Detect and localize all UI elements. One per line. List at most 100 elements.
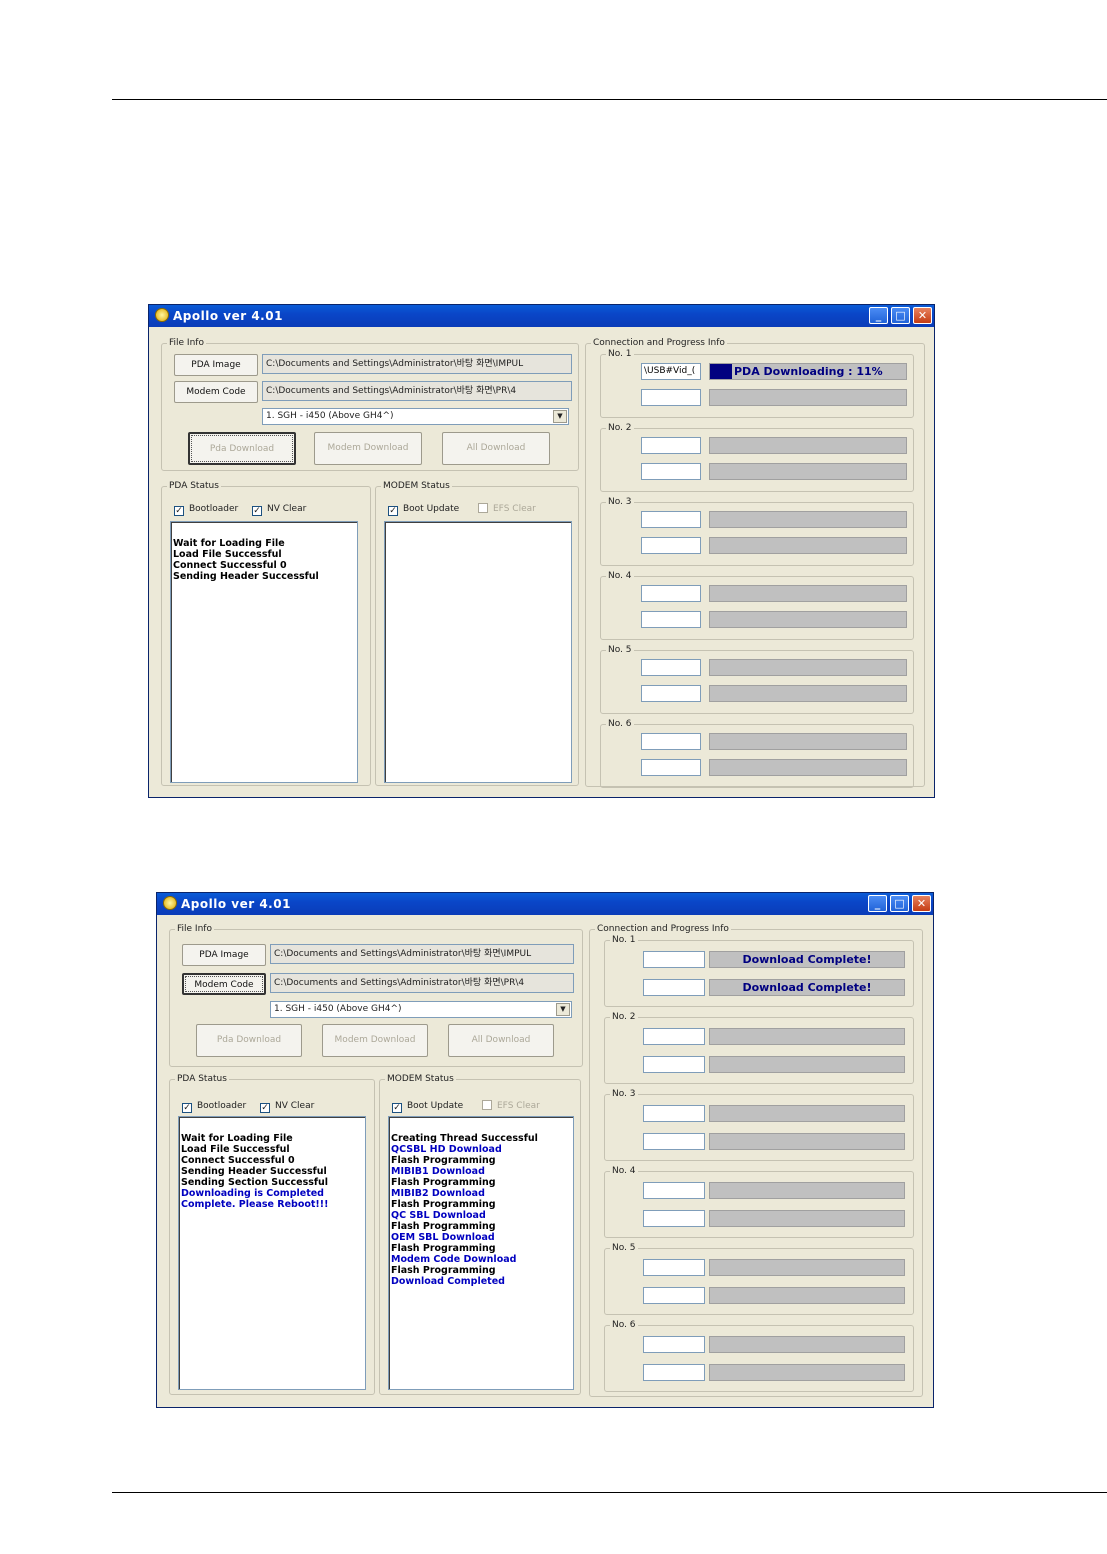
port-field[interactable] xyxy=(641,511,701,528)
port-field[interactable] xyxy=(643,1210,705,1227)
bootloader-checkbox[interactable]: ✓ Bootloader xyxy=(182,1100,246,1113)
apollo-window-completed: Apollo ver 4.01 _ □ ✕ File Info PDA Imag… xyxy=(156,892,934,1408)
slot-group: No. 3 xyxy=(600,495,914,566)
port-field[interactable] xyxy=(641,585,701,602)
pda-log[interactable]: Wait for Loading File Load File Successfu… xyxy=(170,521,358,783)
modem-path-field[interactable]: C:\Documents and Settings\Administrator\… xyxy=(270,973,574,993)
pda-status-label: PDA Status xyxy=(167,479,221,493)
progress-bar xyxy=(709,685,907,702)
port-field[interactable] xyxy=(643,1336,705,1353)
slot-group: No. 5 xyxy=(600,643,914,714)
close-button[interactable]: ✕ xyxy=(913,307,932,324)
boot-update-checkbox[interactable]: ✓ Boot Update xyxy=(392,1100,463,1113)
progress-text: PDA Downloading : 11% xyxy=(734,365,883,378)
pda-image-button[interactable]: PDA Image xyxy=(174,354,258,376)
log-line: Sending Section Successful xyxy=(181,1177,329,1188)
model-select[interactable]: 1. SGH - i450 (Above GH4^) ▼ xyxy=(270,1001,572,1018)
slot-group: No. 1 Download Complete! Download Complete… xyxy=(604,933,914,1007)
port-field[interactable] xyxy=(643,1287,705,1304)
modem-code-button[interactable]: Modem Code xyxy=(174,381,258,403)
pda-download-button[interactable]: Pda Download xyxy=(196,1024,302,1057)
port-field[interactable] xyxy=(643,979,705,996)
boot-update-checkbox[interactable]: ✓ Boot Update xyxy=(388,503,459,516)
efs-clear-checkbox[interactable]: EFS Clear xyxy=(482,1100,540,1112)
progress-bar xyxy=(709,611,907,628)
port-field[interactable] xyxy=(641,537,701,554)
log-line: MIBIB2 Download xyxy=(391,1188,485,1199)
log-line: Connect Successful 0 xyxy=(181,1155,295,1166)
progress-bar xyxy=(709,389,907,406)
checkbox-unchecked-icon xyxy=(482,1100,492,1110)
nv-clear-checkbox[interactable]: ✓ NV Clear xyxy=(252,503,306,516)
log-line: Flash Programming xyxy=(391,1155,496,1166)
slot-group: No. 3 xyxy=(604,1087,914,1161)
modem-code-button[interactable]: Modem Code xyxy=(182,973,266,995)
title-bar[interactable]: Apollo ver 4.01 _ □ ✕ xyxy=(157,893,933,915)
bootloader-checkbox[interactable]: ✓ Bootloader xyxy=(174,503,238,516)
port-field[interactable] xyxy=(643,1364,705,1381)
all-download-button[interactable]: All Download xyxy=(442,432,550,465)
efs-clear-label: EFS Clear xyxy=(497,1101,540,1111)
boot-update-label: Boot Update xyxy=(407,1101,464,1111)
title-bar[interactable]: Apollo ver 4.01 _ □ ✕ xyxy=(149,305,934,327)
modem-log[interactable]: Creating Thread Successful QCSBL HD Downl… xyxy=(388,1116,574,1390)
pda-path-field[interactable]: C:\Documents and Settings\Administrator\… xyxy=(270,944,574,964)
file-info-label: File Info xyxy=(167,336,206,350)
nv-clear-checkbox[interactable]: ✓ NV Clear xyxy=(260,1100,314,1113)
modem-download-button[interactable]: Modem Download xyxy=(314,432,422,465)
maximize-button[interactable]: □ xyxy=(890,895,909,912)
minimize-button[interactable]: _ xyxy=(868,895,887,912)
modem-download-button[interactable]: Modem Download xyxy=(322,1024,428,1057)
port-field[interactable] xyxy=(643,1105,705,1122)
model-select[interactable]: 1. SGH - i450 (Above GH4^) ▼ xyxy=(262,408,569,425)
port-field[interactable] xyxy=(641,685,701,702)
slot-group: No. 4 xyxy=(600,569,914,640)
close-button[interactable]: ✕ xyxy=(912,895,931,912)
progress-bar xyxy=(709,1364,905,1381)
connection-group: Connection and Progress Info No. 1 \USB#V… xyxy=(585,336,925,788)
checkbox-checked-icon: ✓ xyxy=(392,1103,402,1113)
port-field[interactable] xyxy=(643,1259,705,1276)
slot-label: No. 2 xyxy=(610,1010,638,1024)
file-info-group: File Info PDA Image C:\Documents and Set… xyxy=(169,922,583,1067)
slot-group: No. 1 \USB#Vid_(PDA Downloading : 11% xyxy=(600,347,914,418)
log-line: Connect Successful 0 xyxy=(173,560,287,571)
port-field[interactable] xyxy=(641,389,701,406)
chevron-down-icon[interactable]: ▼ xyxy=(556,1003,570,1016)
checkbox-checked-icon: ✓ xyxy=(182,1103,192,1113)
progress-bar xyxy=(709,463,907,480)
port-field[interactable] xyxy=(643,951,705,968)
log-line: QCSBL HD Download xyxy=(391,1144,502,1155)
minimize-button[interactable]: _ xyxy=(869,307,888,324)
progress-bar xyxy=(709,585,907,602)
port-field[interactable] xyxy=(641,611,701,628)
slot-label: No. 3 xyxy=(606,495,634,509)
slot-label: No. 2 xyxy=(606,421,634,435)
modem-path-field[interactable]: C:\Documents and Settings\Administrator\… xyxy=(262,381,572,401)
slot-label: No. 4 xyxy=(606,569,634,583)
port-field[interactable] xyxy=(641,463,701,480)
pda-image-button[interactable]: PDA Image xyxy=(182,944,266,966)
progress-bar xyxy=(709,759,907,776)
log-line: Flash Programming xyxy=(391,1243,496,1254)
progress-bar: Download Complete! xyxy=(709,979,905,996)
port-field[interactable] xyxy=(641,659,701,676)
app-icon xyxy=(155,308,169,322)
port-field[interactable]: \USB#Vid_( xyxy=(641,363,701,380)
port-field[interactable] xyxy=(641,759,701,776)
progress-bar: Download Complete! xyxy=(709,951,905,968)
all-download-button[interactable]: All Download xyxy=(448,1024,554,1057)
pda-path-field[interactable]: C:\Documents and Settings\Administrator\… xyxy=(262,354,572,374)
efs-clear-checkbox[interactable]: EFS Clear xyxy=(478,503,536,515)
port-field[interactable] xyxy=(641,437,701,454)
port-field[interactable] xyxy=(643,1182,705,1199)
port-field[interactable] xyxy=(643,1028,705,1045)
port-field[interactable] xyxy=(643,1056,705,1073)
pda-log[interactable]: Wait for Loading File Load File Successfu… xyxy=(178,1116,366,1390)
port-field[interactable] xyxy=(643,1133,705,1150)
chevron-down-icon[interactable]: ▼ xyxy=(553,410,567,423)
modem-log[interactable] xyxy=(384,521,572,783)
pda-download-button[interactable]: Pda Download xyxy=(188,432,296,465)
port-field[interactable] xyxy=(641,733,701,750)
maximize-button[interactable]: □ xyxy=(891,307,910,324)
